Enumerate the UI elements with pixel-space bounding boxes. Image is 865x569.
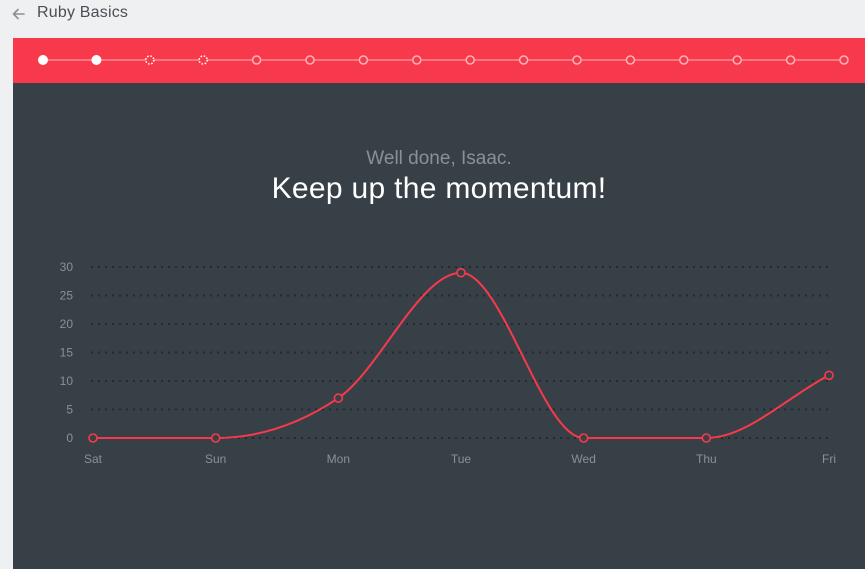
x-tick-label: Sun [205,452,226,466]
weekly-points-chart: 0 5 10 15 20 25 30 Sat Sun Mon Tue Wed Thu Fri [13,38,865,569]
arrow-left-icon[interactable] [11,6,27,22]
y-tick-label: 30 [60,260,74,274]
data-point-wed[interactable] [578,433,589,443]
chart-canvas: 0 5 10 15 20 25 30 Sat Sun Mon Tue Wed Thu Fri [60,260,836,466]
data-point-tue[interactable] [456,267,466,278]
y-tick-label: 25 [60,289,74,303]
x-tick-label: Sat [84,452,103,466]
x-tick-label: Mon [327,452,350,466]
data-point-fri[interactable] [824,370,834,381]
course-title[interactable]: Ruby Basics [37,4,128,22]
y-tick-label: 20 [60,317,74,331]
x-tick-label: Wed [571,452,595,466]
y-tick-label: 0 [66,431,73,445]
x-tick-label: Thu [696,452,717,466]
data-point-mon[interactable] [333,393,344,403]
x-tick-label: Fri [822,452,836,466]
data-point-sun[interactable] [210,433,221,443]
y-tick-label: 10 [60,374,74,388]
top-bar: Ruby Basics [0,0,865,30]
data-point-sat[interactable] [88,433,98,443]
y-tick-label: 15 [60,346,74,360]
series-line [93,271,830,440]
data-point-thu[interactable] [701,433,712,443]
progress-card: Well done, Isaac. Keep up the momentum! … [13,38,865,569]
x-tick-label: Tue [451,452,472,466]
y-tick-label: 5 [66,403,73,417]
